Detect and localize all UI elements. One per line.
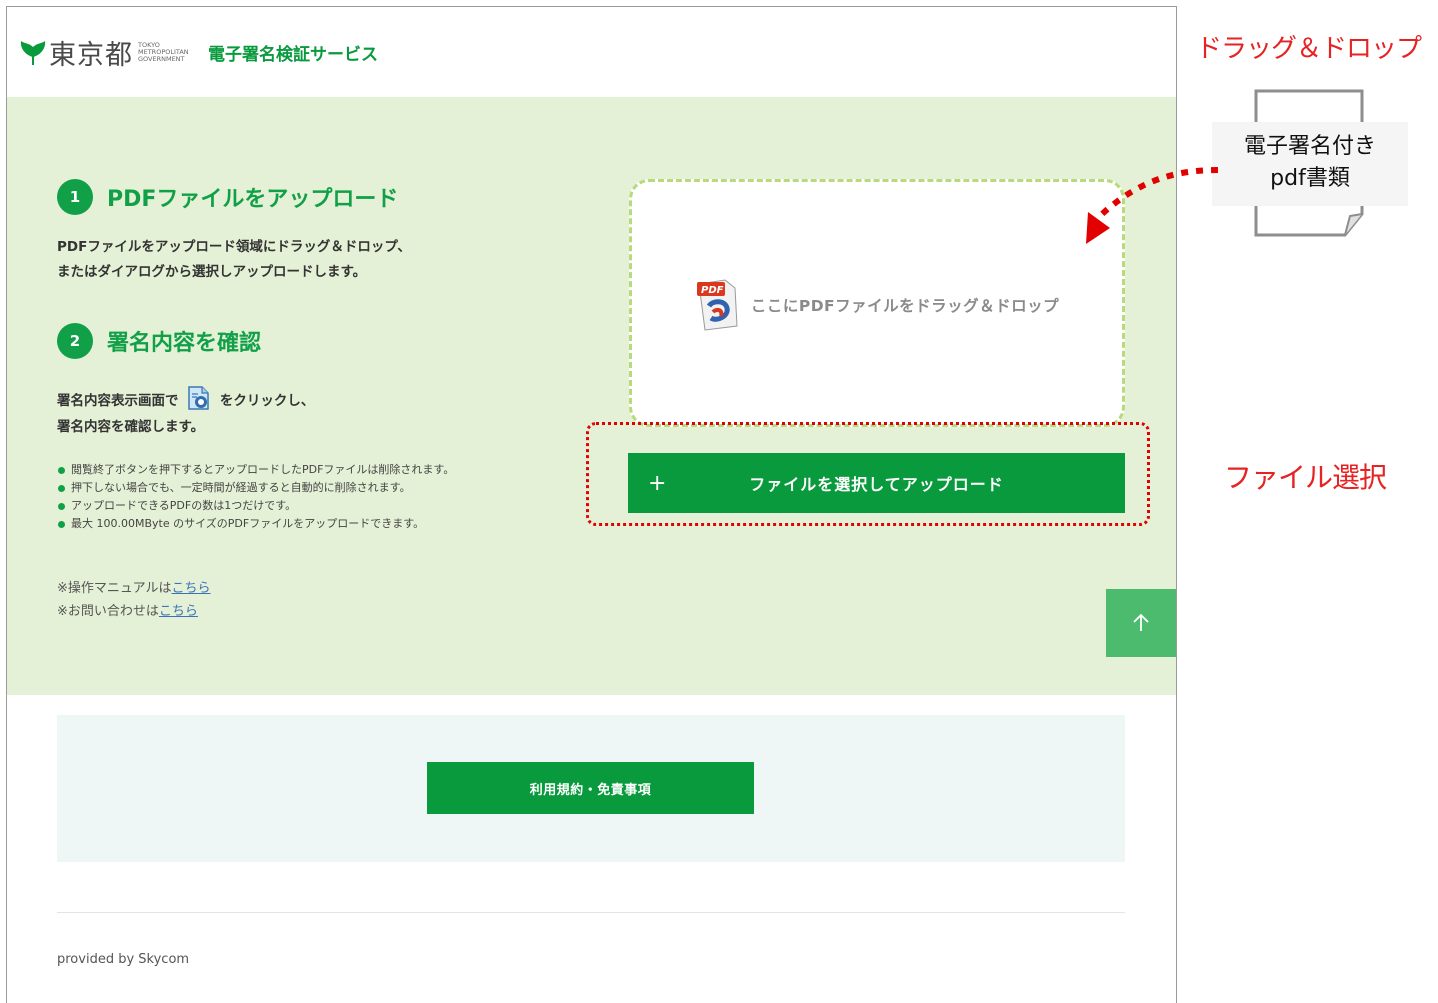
document-label: 電子署名付き pdf書類: [1212, 122, 1408, 206]
tokyo-logo[interactable]: 東京都 TOKYO METROPOLITAN GOVERNMENT: [19, 33, 189, 72]
site-header: 東京都 TOKYO METROPOLITAN GOVERNMENT 電子署名検証…: [7, 7, 1176, 97]
list-item: アップロードできるPDFの数は1つだけです。: [57, 497, 454, 515]
drag-arrow: [1086, 167, 1219, 244]
back-to-top-button[interactable]: [1106, 589, 1176, 657]
list-item: 押下しない場合でも、一定時間が経過すると自動的に削除されます。: [57, 479, 454, 497]
svg-text:PDF: PDF: [701, 285, 724, 296]
file-select-highlight: [586, 422, 1150, 526]
step-title: 署名内容を確認: [107, 331, 262, 356]
terms-button[interactable]: 利用規約・免責事項: [427, 762, 754, 814]
contact-link[interactable]: こちら: [159, 604, 198, 619]
provided-by: provided by Skycom: [57, 952, 190, 967]
terms-section: 利用規約・免責事項: [57, 715, 1125, 862]
step-number-badge: 1: [57, 179, 93, 215]
help-links: ※操作マニュアルはこちら ※お問い合わせはこちら: [57, 581, 211, 619]
logo-text: 東京都: [49, 39, 133, 71]
main-section: 1 PDFファイルをアップロード PDFファイルをアップロード領域にドラッグ＆ド…: [7, 97, 1176, 695]
service-name[interactable]: 電子署名検証サービス: [208, 40, 378, 65]
step-2-description: 署名内容表示画面で をクリックし、 署名内容を確認します。: [57, 384, 314, 440]
step-number-badge: 2: [57, 323, 93, 359]
annotation-file-select: ファイル選択: [1224, 461, 1387, 494]
arrow-up-icon: [1133, 613, 1149, 631]
notes-list: 閲覧終了ボタンを押下するとアップロードしたPDFファイルは削除されます。 押下し…: [57, 461, 454, 533]
pdf-file-icon: PDF: [695, 278, 741, 332]
manual-link[interactable]: こちら: [172, 581, 211, 596]
step-1-heading: 1 PDFファイルをアップロード: [57, 179, 398, 215]
signature-verify-icon: [185, 384, 213, 412]
list-item: 閲覧終了ボタンを押下するとアップロードしたPDFファイルは削除されます。: [57, 461, 454, 479]
step-1-description: PDFファイルをアップロード領域にドラッグ＆ドロップ、 またはダイアログから選択…: [57, 239, 411, 280]
annotation-drag-drop: ドラッグ＆ドロップ: [1196, 34, 1422, 64]
pdf-drop-zone[interactable]: PDF ここにPDFファイルをドラッグ＆ドロップ: [629, 179, 1125, 427]
drop-zone-label: ここにPDFファイルをドラッグ＆ドロップ: [750, 297, 1060, 315]
logo-english: TOKYO METROPOLITAN GOVERNMENT: [138, 40, 189, 63]
step-title: PDFファイルをアップロード: [107, 187, 399, 212]
footer-divider: [57, 912, 1125, 913]
list-item: 最大 100.00MByte のサイズのPDFファイルをアップロードできます。: [57, 515, 454, 533]
step-2-heading: 2 署名内容を確認: [57, 323, 261, 359]
ginkgo-leaf-icon: [19, 37, 47, 67]
